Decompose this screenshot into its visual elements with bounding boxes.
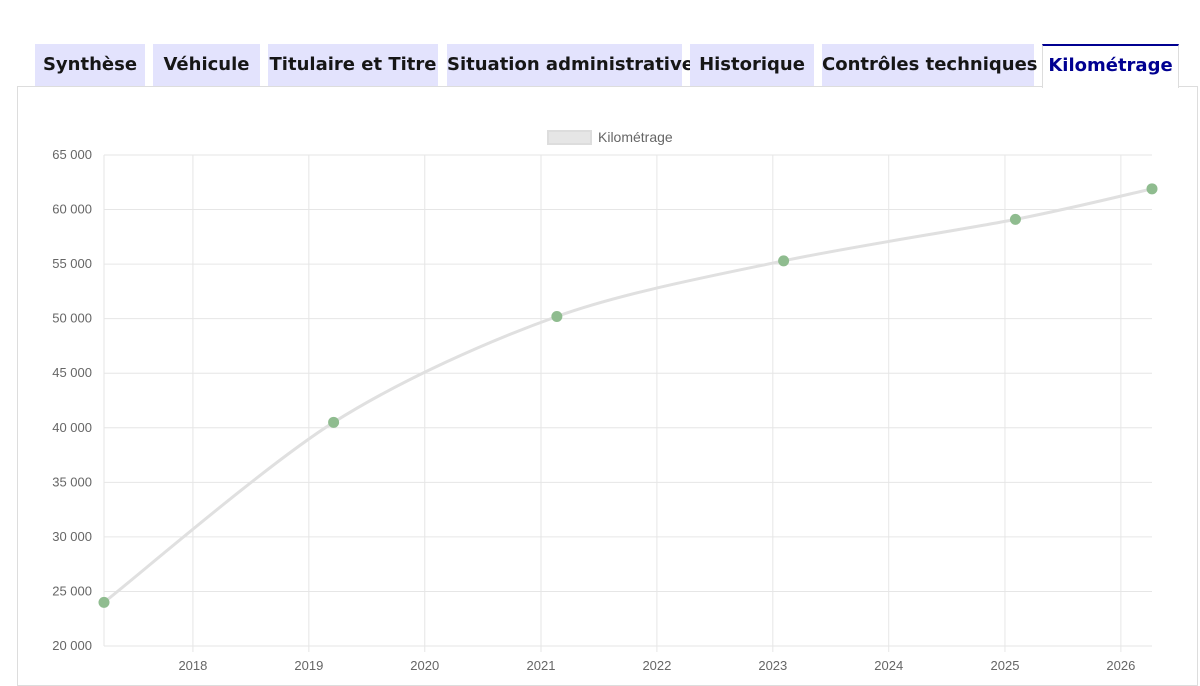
x-tick-label: 2023 <box>758 658 787 673</box>
x-axis-ticks: 2018 2019 2020 2021 2022 2023 2024 2025 2026 <box>178 658 1135 673</box>
x-tick-label: 2018 <box>178 658 207 673</box>
y-tick-label: 35 000 <box>52 474 92 489</box>
y-axis-ticks: 20 000 25 000 30 000 35 000 40 000 45 000 50 0… <box>52 147 92 653</box>
y-tick-label: 25 000 <box>52 583 92 598</box>
data-point[interactable] <box>551 310 563 322</box>
x-tick-label: 2024 <box>874 658 903 673</box>
y-tick-label: 40 000 <box>52 420 92 435</box>
x-tick-label: 2026 <box>1106 658 1135 673</box>
y-tick-label: 55 000 <box>52 256 92 271</box>
data-point[interactable] <box>1146 183 1158 195</box>
y-tick-label: 30 000 <box>52 529 92 544</box>
series-line <box>103 187 1153 604</box>
y-tick-label: 60 000 <box>52 202 92 217</box>
y-tick-label: 45 000 <box>52 365 92 380</box>
chart-grid <box>103 154 1152 652</box>
legend-swatch <box>547 130 592 145</box>
series-kilometrage <box>98 183 1158 608</box>
x-tick-label: 2025 <box>991 658 1020 673</box>
legend-label: Kilométrage <box>598 129 673 145</box>
y-tick-label: 65 000 <box>52 147 92 162</box>
mileage-chart: Kilométrage 20 000 25 000 30 000 35 000 40 0… <box>52 129 1158 673</box>
x-tick-label: 2021 <box>527 658 556 673</box>
y-tick-label: 50 000 <box>52 311 92 326</box>
y-tick-label: 20 000 <box>52 638 92 653</box>
x-tick-label: 2022 <box>642 658 671 673</box>
chart-legend[interactable]: Kilométrage <box>547 129 673 145</box>
x-tick-label: 2019 <box>294 658 323 673</box>
tab-kilometrage[interactable]: Kilométrage <box>1042 44 1179 88</box>
data-point[interactable] <box>778 255 790 267</box>
x-tick-label: 2020 <box>410 658 439 673</box>
data-point[interactable] <box>1009 213 1021 225</box>
data-point[interactable] <box>328 416 340 428</box>
data-point[interactable] <box>98 596 110 608</box>
